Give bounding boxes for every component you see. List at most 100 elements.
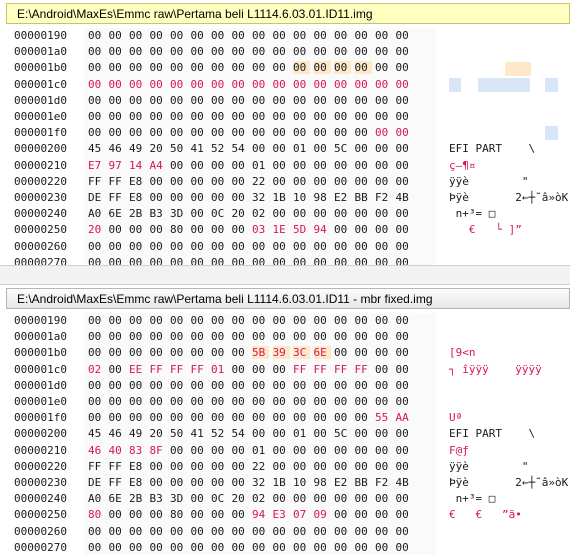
hex-byte[interactable]: E8 [129, 191, 146, 204]
hex-byte[interactable]: 00 [109, 541, 126, 554]
hex-byte[interactable]: 00 [293, 314, 310, 327]
hex-byte[interactable]: 00 [232, 476, 249, 489]
hex-byte[interactable]: 00 [232, 175, 249, 188]
hex-byte[interactable]: 00 [150, 94, 167, 107]
hex-byte[interactable]: 00 [375, 240, 392, 253]
hex-byte[interactable]: 00 [129, 314, 146, 327]
hex-byte[interactable]: 5C [334, 427, 351, 440]
hex-byte[interactable]: 3D [170, 207, 187, 220]
hex-byte[interactable]: 00 [375, 223, 392, 236]
hex-byte[interactable]: 00 [334, 395, 351, 408]
hex-byte[interactable]: 00 [334, 525, 351, 538]
hex-byte[interactable]: 00 [232, 525, 249, 538]
hex-byte[interactable]: 00 [293, 126, 310, 139]
hex-byte[interactable]: 00 [88, 314, 105, 327]
hex-byte[interactable]: 01 [293, 142, 310, 155]
hex-byte[interactable]: 00 [273, 460, 290, 473]
hex-byte[interactable]: 00 [191, 94, 208, 107]
hex-byte[interactable]: 00 [355, 142, 372, 155]
hex-byte[interactable]: 00 [109, 395, 126, 408]
hex-byte[interactable]: 00 [170, 94, 187, 107]
hex-byte[interactable]: 00 [334, 45, 351, 58]
hex-byte[interactable]: 00 [150, 460, 167, 473]
hex-byte[interactable]: 00 [191, 395, 208, 408]
top-file-title-bar[interactable]: E:\Android\MaxEs\Emmc raw\Pertama beli L… [6, 3, 570, 24]
hex-byte[interactable]: 00 [129, 411, 146, 424]
ascii-text[interactable]: Þÿè 2←┼˜â»òK [449, 476, 568, 489]
hex-byte[interactable]: 00 [273, 379, 290, 392]
hex-byte[interactable]: 6E [313, 346, 331, 360]
hex-byte[interactable]: 00 [293, 444, 310, 457]
hex-byte[interactable]: 00 [170, 45, 187, 58]
hex-byte[interactable]: 00 [129, 395, 146, 408]
hex-byte[interactable]: 00 [109, 379, 126, 392]
hex-byte[interactable]: 55 [375, 411, 392, 424]
hex-byte[interactable]: B3 [150, 492, 167, 505]
hex-byte[interactable]: 00 [273, 159, 290, 172]
hex-byte[interactable]: 00 [232, 223, 249, 236]
hex-byte[interactable]: 00 [273, 29, 290, 42]
hex-byte[interactable]: 00 [252, 126, 269, 139]
hex-byte[interactable]: 46 [88, 444, 105, 457]
hex-byte[interactable]: 80 [88, 508, 105, 521]
hex-byte[interactable]: 00 [252, 427, 269, 440]
hex-byte[interactable]: 00 [314, 126, 331, 139]
hex-byte[interactable]: 00 [232, 379, 249, 392]
hex-byte[interactable]: FF [191, 363, 208, 376]
hex-byte[interactable]: 00 [211, 460, 228, 473]
hex-byte[interactable]: 1B [273, 476, 290, 489]
hex-byte[interactable]: 00 [150, 395, 167, 408]
hex-byte[interactable]: 00 [211, 78, 228, 91]
hex-byte[interactable]: 00 [375, 78, 392, 91]
hex-byte[interactable]: 22 [252, 175, 269, 188]
bottom-hex-view[interactable]: 00000190 00 00 00 00 00 00 00 00 00 00 00 00 00 00 00 00… [0, 313, 570, 555]
hex-byte[interactable]: 00 [334, 207, 351, 220]
hex-byte[interactable]: 00 [314, 207, 331, 220]
hex-byte[interactable]: 00 [355, 330, 372, 343]
ascii-text[interactable]: EFI PART \ [449, 142, 535, 155]
hex-byte[interactable]: 00 [88, 379, 105, 392]
hex-byte[interactable]: 00 [191, 314, 208, 327]
hex-byte[interactable]: 00 [150, 61, 167, 74]
hex-byte[interactable]: 32 [252, 191, 269, 204]
hex-byte[interactable]: E8 [129, 175, 146, 188]
hex-byte[interactable]: 94 [252, 508, 269, 521]
hex-byte[interactable]: DE [88, 191, 105, 204]
hex-byte[interactable]: 00 [191, 110, 208, 123]
hex-byte[interactable]: 00 [355, 427, 372, 440]
hex-byte[interactable]: 80 [170, 223, 187, 236]
hex-byte[interactable]: 41 [191, 427, 208, 440]
hex-byte[interactable]: 00 [191, 29, 208, 42]
hex-byte[interactable]: 00 [88, 525, 105, 538]
hex-byte[interactable]: 00 [396, 508, 413, 521]
hex-byte[interactable]: 00 [355, 29, 372, 42]
hex-byte[interactable]: 00 [252, 314, 269, 327]
hex-byte[interactable]: FF [109, 175, 126, 188]
hex-byte[interactable]: 00 [293, 207, 310, 220]
hex-byte[interactable]: 00 [334, 94, 351, 107]
hex-byte[interactable]: 00 [334, 29, 351, 42]
hex-byte[interactable]: 00 [150, 45, 167, 58]
hex-byte[interactable]: 00 [314, 541, 331, 554]
hex-byte[interactable]: 00 [170, 411, 187, 424]
hex-byte[interactable]: 5D [293, 223, 310, 236]
ascii-text[interactable]: F@ƒ [449, 444, 469, 457]
hex-byte[interactable]: 00 [129, 525, 146, 538]
ascii-text[interactable]: n+³= □ [449, 492, 496, 505]
hex-byte[interactable]: 00 [355, 411, 372, 424]
hex-byte[interactable]: 00 [150, 78, 167, 91]
hex-byte[interactable]: 00 [252, 330, 269, 343]
hex-byte[interactable]: 00 [314, 444, 331, 457]
hex-byte[interactable]: A4 [150, 159, 167, 172]
hex-byte[interactable]: 00 [252, 29, 269, 42]
hex-byte[interactable]: 00 [396, 110, 413, 123]
hex-byte[interactable]: 00 [232, 61, 249, 74]
hex-byte[interactable]: 46 [109, 142, 126, 155]
hex-byte[interactable]: 00 [252, 142, 269, 155]
hex-byte[interactable]: 00 [273, 45, 290, 58]
hex-byte[interactable]: 00 [273, 94, 290, 107]
hex-byte[interactable]: 00 [396, 207, 413, 220]
hex-byte[interactable]: 00 [191, 508, 208, 521]
hex-byte[interactable]: 00 [273, 541, 290, 554]
hex-byte[interactable]: 00 [191, 191, 208, 204]
